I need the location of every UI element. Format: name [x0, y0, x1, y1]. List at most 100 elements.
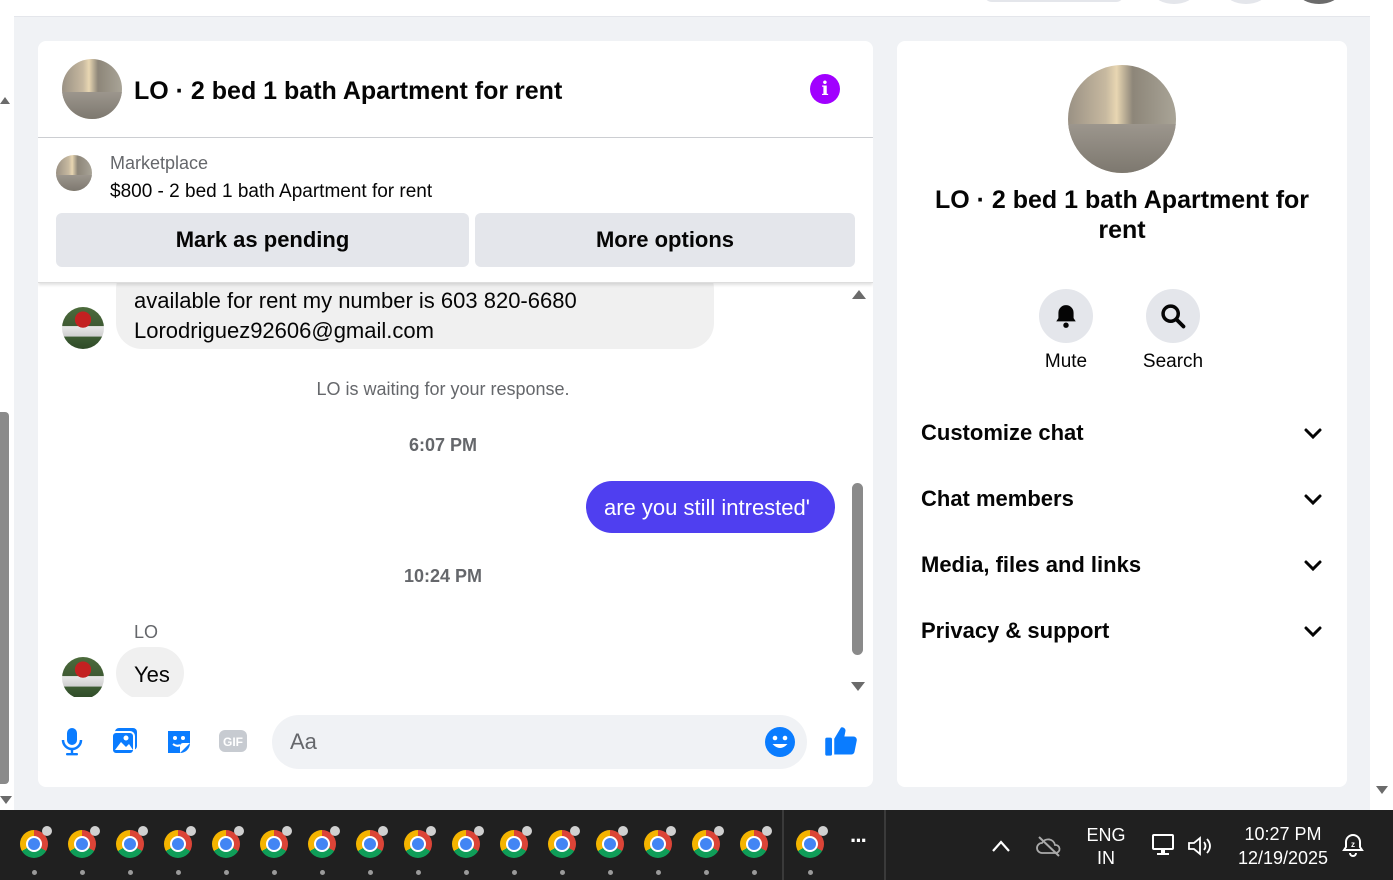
microphone-icon[interactable] — [56, 725, 88, 757]
section-label: Media, files and links — [921, 552, 1142, 577]
emoji-icon[interactable] — [764, 726, 796, 758]
message-list[interactable]: available for rent my number is 603 820-… — [38, 283, 873, 697]
chevron-down-icon — [1304, 560, 1322, 572]
section-privacy-support[interactable]: Privacy & support — [897, 602, 1347, 658]
taskbar-chrome-window[interactable] — [356, 826, 388, 875]
waiting-notice: LO is waiting for your response. — [316, 379, 570, 399]
section-media-files-links[interactable]: Media, files and links — [897, 536, 1347, 592]
volume-icon[interactable] — [1186, 834, 1214, 858]
scroll-down-arrow-icon[interactable] — [0, 796, 12, 804]
chevron-down-icon — [1304, 494, 1322, 506]
messages-scroll-up-icon[interactable] — [852, 290, 866, 299]
message-composer: GIF — [38, 697, 873, 787]
right-scrollbar[interactable] — [1370, 0, 1393, 810]
mute-circle[interactable] — [1039, 289, 1093, 343]
sticker-icon[interactable] — [163, 725, 195, 757]
scroll-up-arrow-icon[interactable] — [0, 97, 10, 104]
taskbar-chrome-window[interactable] — [548, 826, 580, 875]
taskbar-chrome-window[interactable] — [260, 826, 292, 875]
chevron-down-icon — [1304, 428, 1322, 440]
message-text: are you still intrested' — [604, 495, 810, 520]
chrome-icon — [20, 826, 52, 858]
sender-avatar[interactable] — [62, 307, 104, 349]
taskbar-chrome-window[interactable] — [116, 826, 148, 875]
message-bubble-incoming[interactable]: available for rent my number is 603 820-… — [116, 283, 714, 349]
mute-label: Mute — [1044, 351, 1088, 372]
taskbar-chrome-window[interactable] — [692, 826, 724, 875]
mark-as-pending-button[interactable]: Mark as pending — [56, 213, 469, 267]
taskbar-chrome-window[interactable] — [500, 826, 532, 875]
chrome-icon — [740, 826, 772, 858]
show-hidden-icons-icon[interactable] — [990, 838, 1012, 854]
taskbar-chrome-window[interactable] — [20, 826, 52, 875]
message-bubble-incoming[interactable]: Yes — [116, 647, 184, 697]
taskbar-chrome-window[interactable] — [644, 826, 676, 875]
taskbar-chrome-window[interactable] — [164, 826, 196, 875]
messages-scroll-down-icon[interactable] — [851, 682, 865, 691]
marketplace-listing-bar: Marketplace $800 - 2 bed 1 bath Apartmen… — [38, 138, 873, 283]
messages-scrollbar-thumb[interactable] — [852, 483, 863, 655]
image-icon[interactable] — [109, 725, 141, 757]
network-icon[interactable] — [1150, 832, 1176, 858]
taskbar-divider — [782, 810, 784, 880]
section-label: Chat members — [921, 486, 1074, 511]
info-avatar[interactable] — [1068, 65, 1176, 173]
search-button[interactable]: Search — [1118, 289, 1228, 373]
chat-window: LO · 2 bed 1 bath Apartment for rent i M… — [38, 41, 873, 787]
message-text: available for rent my number is 603 820-… — [134, 288, 577, 313]
listing-thumbnail[interactable] — [56, 155, 92, 191]
mute-button[interactable]: Mute — [1011, 289, 1121, 373]
bell-icon — [1056, 305, 1076, 328]
region-code: IN — [1097, 848, 1115, 868]
chat-avatar[interactable] — [62, 59, 122, 119]
section-chat-members[interactable]: Chat members — [897, 470, 1347, 526]
top-nav-button[interactable] — [1154, 0, 1194, 4]
chrome-icon — [596, 826, 628, 858]
taskbar-chrome-window[interactable] — [596, 826, 628, 875]
top-nav-button[interactable] — [1226, 0, 1266, 4]
info-icon[interactable]: i — [810, 74, 840, 104]
timestamp: 10:24 PM — [403, 566, 483, 586]
search-label: Search — [1142, 351, 1204, 372]
onedrive-offline-icon[interactable] — [1036, 834, 1062, 858]
svg-text:GIF: GIF — [223, 735, 243, 749]
notification-center-icon[interactable]: z — [1340, 832, 1366, 858]
message-bubble-outgoing[interactable]: are you still intrested' — [586, 481, 835, 533]
account-avatar[interactable] — [1299, 0, 1339, 4]
message-input[interactable] — [290, 727, 750, 757]
gif-icon[interactable]: GIF — [217, 725, 249, 757]
taskbar-divider — [884, 810, 886, 880]
sender-avatar[interactable] — [62, 657, 104, 697]
chrome-icon — [452, 826, 484, 858]
search-circle[interactable] — [1146, 289, 1200, 343]
taskbar-chrome-window[interactable] — [308, 826, 340, 875]
chevron-down-icon — [1304, 626, 1322, 638]
left-scrollbar[interactable] — [0, 0, 14, 810]
taskbar-chrome-window[interactable] — [68, 826, 100, 875]
left-scrollbar-thumb[interactable] — [0, 412, 9, 784]
chrome-icon — [796, 826, 828, 858]
taskbar-chrome-window[interactable] — [212, 826, 244, 875]
section-label: Customize chat — [921, 420, 1084, 445]
thumbs-up-icon[interactable] — [823, 723, 859, 759]
section-customize-chat[interactable]: Customize chat — [897, 404, 1347, 460]
taskbar-chrome-window[interactable] — [404, 826, 436, 875]
taskbar-chrome-window[interactable] — [740, 826, 772, 875]
chrome-icon — [212, 826, 244, 858]
chat-title[interactable]: LO · 2 bed 1 bath Apartment for rent — [134, 77, 562, 106]
language-code: ENG — [1086, 825, 1126, 845]
listing-price-title[interactable]: $800 - 2 bed 1 bath Apartment for rent — [110, 181, 432, 203]
more-options-button[interactable]: More options — [475, 213, 855, 267]
clock-time: 10:27 PM — [1244, 824, 1322, 844]
scroll-down-arrow-icon[interactable] — [1376, 786, 1388, 794]
taskbar-chrome-window[interactable] — [452, 826, 484, 875]
chrome-icon — [404, 826, 436, 858]
clock[interactable]: 10:27 PM 12/19/2025 — [1230, 822, 1336, 870]
taskbar-chrome-window[interactable] — [796, 826, 828, 875]
chrome-icon — [116, 826, 148, 858]
taskbar-overflow-button[interactable]: ··· — [840, 828, 876, 854]
svg-text:z: z — [1351, 840, 1355, 849]
language-indicator[interactable]: ENG IN — [1082, 824, 1130, 870]
sender-name: LO — [134, 622, 159, 642]
top-search-pill[interactable] — [984, 0, 1124, 2]
